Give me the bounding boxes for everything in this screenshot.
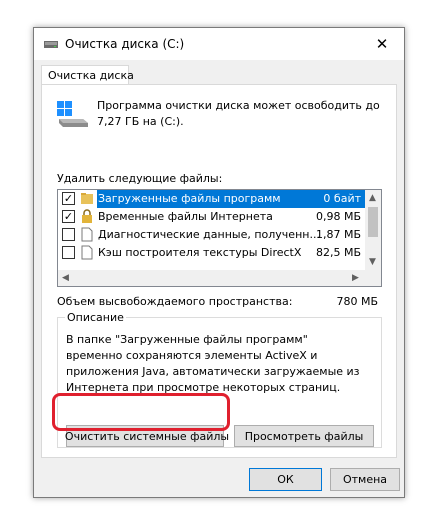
disk-drive-icon	[44, 41, 58, 48]
file-name: Диагностические данные, полученн...	[98, 228, 320, 241]
description-legend: Описание	[65, 311, 126, 324]
file-name: Временные файлы Интернета	[98, 210, 273, 223]
highlight-annotation	[52, 393, 230, 431]
lock-icon	[82, 209, 92, 223]
clean-system-files-label: Очистить системные файлы	[64, 429, 230, 443]
list-item[interactable]: ✓ Временные файлы Интернета 0,98 МБ	[58, 208, 367, 226]
files-listbox[interactable]: ✓ Загруженные файлы программ 0 байт ✓ Вр…	[57, 189, 382, 287]
description-text: В папке "Загруженные файлы программ" вре…	[66, 333, 360, 394]
close-button[interactable]: ✕	[360, 28, 404, 60]
ok-button[interactable]: ОК	[249, 468, 322, 491]
vertical-scrollbar[interactable]: ▲ ▼	[365, 190, 381, 270]
file-checkbox[interactable]	[62, 246, 75, 259]
file-size: 82,5 МБ	[315, 246, 361, 259]
view-files-button[interactable]: Просмотреть файлы	[234, 425, 374, 447]
disk-cleanup-icon	[57, 101, 88, 127]
scrollbar-thumb[interactable]	[368, 207, 378, 237]
horizontal-scrollbar[interactable]: ◀ ▶	[58, 270, 381, 286]
list-item[interactable]: ✓ Загруженные файлы программ 0 байт	[58, 190, 368, 208]
file-checkbox[interactable]	[62, 228, 75, 241]
file-name: Кэш построителя текстуры DirectX	[98, 246, 302, 259]
file-size: 0 байт	[283, 190, 367, 208]
chevron-up-icon[interactable]: ▲	[369, 193, 376, 203]
chevron-down-icon[interactable]: ▼	[369, 257, 376, 267]
folder-icon	[81, 193, 93, 204]
chevron-left-icon[interactable]: ◀	[62, 273, 69, 283]
title-bar[interactable]: Очистка диска (C:) ✕	[34, 28, 404, 60]
file-size: 0,98 МБ	[315, 210, 361, 223]
window-title: Очистка диска (C:)	[65, 37, 185, 51]
close-icon: ✕	[375, 35, 389, 53]
cancel-button[interactable]: Отмена	[330, 468, 400, 491]
list-item[interactable]: Кэш построителя текстуры DirectX 82,5 МБ	[58, 244, 367, 262]
file-checkbox[interactable]: ✓	[62, 192, 75, 205]
file-checkbox[interactable]: ✓	[62, 210, 75, 223]
space-value: 780 МБ	[336, 295, 378, 308]
file-size: 1,87 МБ	[315, 228, 361, 241]
tab-disk-cleanup[interactable]: Очистка диска	[41, 65, 134, 85]
list-label: Удалить следующие файлы:	[57, 172, 223, 185]
list-item[interactable]: Диагностические данные, полученн... 1,87…	[58, 226, 367, 244]
chevron-right-icon[interactable]: ▶	[352, 273, 359, 283]
intro-text: Программа очистки диска может освободить…	[97, 99, 380, 128]
file-icon	[81, 227, 93, 242]
space-label: Объем высвобождаемого пространства:	[57, 295, 293, 308]
file-icon	[81, 245, 93, 260]
